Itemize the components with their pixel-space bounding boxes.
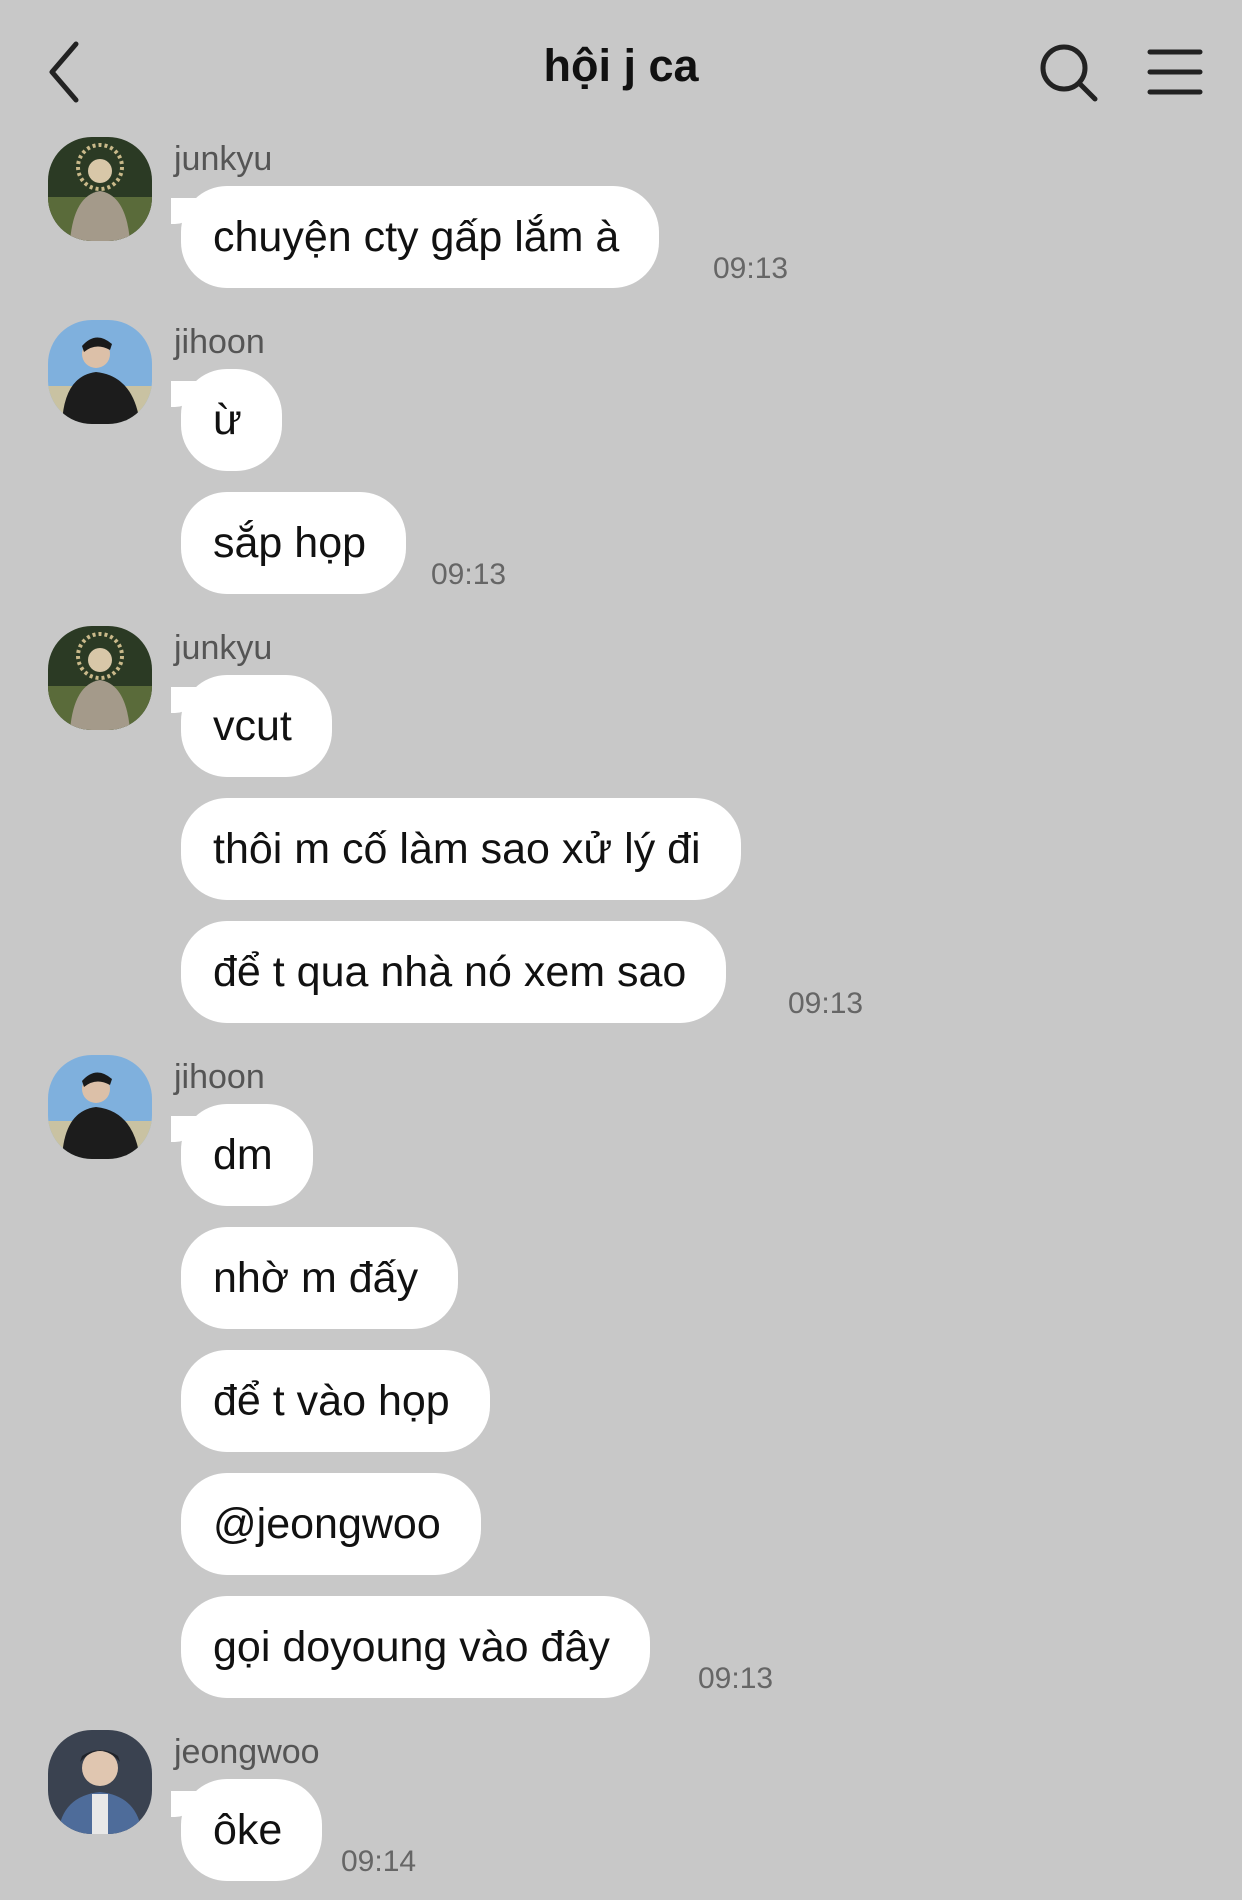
- message-time: 09:13: [788, 987, 864, 1020]
- message-bubble[interactable]: vcut: [171, 675, 332, 777]
- sender-name: jeongwoo: [174, 1733, 320, 1771]
- message-bubble[interactable]: để t vào họp: [181, 1350, 490, 1452]
- message-bubble[interactable]: sắp họp: [181, 492, 407, 594]
- message-bubble[interactable]: @jeongwoo: [181, 1473, 481, 1575]
- message-bubble[interactable]: ôke: [170, 1779, 323, 1881]
- avatar-junkyu[interactable]: [48, 137, 152, 241]
- message-time: 09:13: [698, 1662, 774, 1695]
- sender-name: junkyu: [174, 629, 273, 667]
- message-time: 09:13: [713, 252, 789, 285]
- avatar-jihoon-image: [48, 1055, 152, 1159]
- message-bubble[interactable]: thôi m cố làm sao xử lý đi: [181, 798, 741, 900]
- avatar-jeongwoo[interactable]: [48, 1730, 152, 1834]
- avatar-jihoon-image: [48, 320, 152, 424]
- sender-name: jihoon: [174, 323, 265, 361]
- message-bubble[interactable]: gọi doyoung vào đây: [181, 1596, 650, 1698]
- avatar-jihoon[interactable]: [48, 320, 152, 424]
- message-bubble[interactable]: chuyện cty gấp lắm à: [170, 186, 660, 288]
- avatar-junkyu-image: [48, 626, 152, 730]
- search-icon[interactable]: [1038, 42, 1100, 104]
- message-time: 09:14: [341, 1845, 417, 1878]
- message-bubble[interactable]: ừ: [171, 369, 282, 471]
- avatar-jeongwoo-image: [48, 1730, 152, 1834]
- menu-icon[interactable]: [1146, 44, 1204, 100]
- message-bubble[interactable]: để t qua nhà nó xem sao: [181, 921, 727, 1023]
- avatar-junkyu[interactable]: [48, 626, 152, 730]
- message-bubble[interactable]: nhờ m đấy: [181, 1227, 459, 1329]
- message-time: 09:13: [431, 558, 507, 591]
- message-bubble[interactable]: dm: [171, 1104, 313, 1206]
- chat-header: hội j ca: [0, 0, 1242, 140]
- avatar-junkyu-image: [48, 137, 152, 241]
- avatar-jihoon[interactable]: [48, 1055, 152, 1159]
- sender-name: junkyu: [174, 140, 273, 178]
- sender-name: jihoon: [174, 1058, 265, 1096]
